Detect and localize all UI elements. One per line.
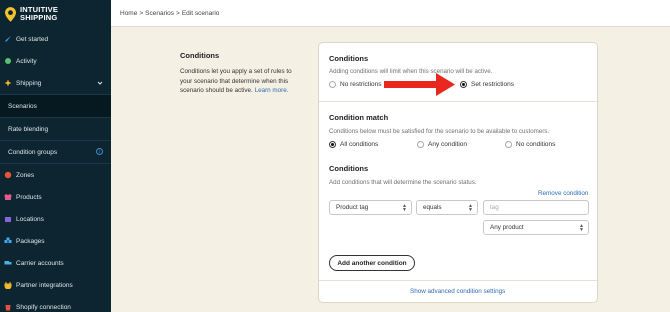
sidebar-item-label: Shopify connection xyxy=(16,303,71,311)
select-value: equals xyxy=(423,204,442,211)
radio-label: No restrictions xyxy=(340,81,382,88)
sidebar-item-shopify-connection[interactable]: Shopify connection xyxy=(0,296,111,312)
sidebar-item-label: Partner integrations xyxy=(16,281,73,289)
radio-any-condition[interactable]: Any condition xyxy=(417,141,467,148)
sidebar-item-label: Products xyxy=(16,193,42,201)
building-icon xyxy=(5,217,11,222)
shopify-icon xyxy=(5,305,11,311)
sidebar-item-label: Condition groups xyxy=(8,148,58,156)
radio-indicator xyxy=(329,141,336,148)
condition-match-title: Condition match xyxy=(329,113,389,122)
radio-no-conditions[interactable]: No conditions xyxy=(505,141,555,148)
breadcrumb-scenarios[interactable]: Scenarios xyxy=(145,10,174,17)
radio-indicator xyxy=(460,81,467,88)
input-placeholder: tag xyxy=(490,204,499,211)
plug-icon xyxy=(4,282,12,289)
condition-scope-select[interactable]: Any product ▲ ▼ xyxy=(483,220,589,235)
sidebar-item-scenarios[interactable]: Scenarios xyxy=(0,95,111,117)
remove-condition-link[interactable]: Remove condition xyxy=(538,190,588,197)
location-pin-icon xyxy=(5,6,16,22)
sidebar-item-carrier-accounts[interactable]: Carrier accounts xyxy=(0,252,111,274)
breadcrumb-separator: > xyxy=(139,9,144,17)
sidebar-item-label: Activity xyxy=(16,57,37,65)
sidebar-item-rate-blending[interactable]: Rate blending xyxy=(0,118,111,140)
conditions-rules-title: Conditions xyxy=(329,164,369,173)
annotation-arrow-icon xyxy=(384,73,455,96)
conditions-rules-subtitle: Add conditions that will determine the s… xyxy=(329,179,477,186)
radio-label: Any condition xyxy=(428,141,468,148)
sidebar-item-label: Packages xyxy=(16,237,45,245)
chevron-down-icon[interactable] xyxy=(97,80,103,86)
condition-operator-select[interactable]: equals ▲ ▼ xyxy=(416,200,478,215)
sidebar-item-label: Rate blending xyxy=(8,125,49,133)
sidebar-item-label: Scenarios xyxy=(8,102,37,110)
select-arrows-icon: ▲ ▼ xyxy=(579,223,584,233)
select-arrows-icon: ▲ ▼ xyxy=(402,203,407,213)
sidebar-item-label: Locations xyxy=(16,215,44,223)
divider xyxy=(319,101,599,102)
sidebar-item-locations[interactable]: Locations xyxy=(0,208,111,230)
sidebar: INTUITIVE SHIPPING Get started Activity … xyxy=(0,0,111,312)
condition-field-select[interactable]: Product tag ▲ ▼ xyxy=(329,200,412,215)
sidebar-item-label: Zones xyxy=(16,171,35,179)
info-icon[interactable]: i xyxy=(96,148,103,155)
shipping-icon xyxy=(4,79,12,87)
sidebar-item-products[interactable]: Products xyxy=(0,186,111,208)
add-another-condition-button[interactable]: Add another condition xyxy=(329,255,415,271)
radio-label: All conditions xyxy=(340,141,379,148)
activity-icon xyxy=(5,58,11,64)
select-value: Product tag xyxy=(336,204,369,211)
sidebar-item-label: Get started xyxy=(16,35,49,43)
shirt-icon xyxy=(4,194,12,200)
sidebar-item-partner-integrations[interactable]: Partner integrations xyxy=(0,274,111,296)
breadcrumb: Home > Scenarios > Edit scenario xyxy=(111,0,670,27)
sidebar-item-label: Shipping xyxy=(16,79,42,87)
radio-no-restrictions[interactable]: No restrictions xyxy=(329,81,382,88)
radio-set-restrictions[interactable]: Set restrictions xyxy=(460,81,514,88)
globe-icon xyxy=(4,171,12,179)
select-arrows-icon: ▲ ▼ xyxy=(468,203,473,213)
sidebar-item-shipping[interactable]: Shipping xyxy=(0,72,111,94)
sidebar-item-zones[interactable]: Zones xyxy=(0,164,111,186)
breadcrumb-current: Edit scenario xyxy=(181,9,220,17)
section-title: Conditions xyxy=(180,51,220,60)
sidebar-item-condition-groups[interactable]: Condition groups i xyxy=(0,141,111,163)
rocket-icon xyxy=(5,36,11,42)
condition-match-subtitle: Conditions below must be satisfied for t… xyxy=(329,128,550,135)
radio-indicator xyxy=(417,141,424,148)
sidebar-item-activity[interactable]: Activity xyxy=(0,50,111,72)
radio-label: Set restrictions xyxy=(471,81,514,88)
breadcrumb-home[interactable]: Home xyxy=(120,10,137,17)
sidebar-item-get-started[interactable]: Get started xyxy=(0,28,111,50)
radio-label: No conditions xyxy=(516,141,556,148)
section-description: Conditions let you apply a set of rules … xyxy=(180,67,298,96)
radio-indicator xyxy=(329,81,336,88)
conditions-description: Conditions Conditions let you apply a se… xyxy=(180,51,298,96)
breadcrumb-separator: > xyxy=(176,9,180,17)
conditions-title: Conditions xyxy=(329,54,369,63)
divider xyxy=(319,280,599,281)
sidebar-item-packages[interactable]: Packages xyxy=(0,230,111,252)
conditions-card: Conditions Adding conditions will limit … xyxy=(318,42,599,303)
brand-logo[interactable]: INTUITIVE SHIPPING xyxy=(0,0,111,28)
brand-line2: SHIPPING xyxy=(20,13,58,22)
sidebar-item-label: Carrier accounts xyxy=(16,259,64,267)
condition-value-input[interactable]: tag xyxy=(483,200,589,215)
select-value: Any product xyxy=(490,224,524,231)
learn-more-link[interactable]: Learn more. xyxy=(255,87,289,94)
show-advanced-settings-link[interactable]: Show advanced condition settings xyxy=(410,288,505,295)
truck-icon xyxy=(4,261,12,265)
radio-all-conditions[interactable]: All conditions xyxy=(329,141,378,148)
boxes-icon xyxy=(4,237,12,243)
radio-indicator xyxy=(505,141,512,148)
